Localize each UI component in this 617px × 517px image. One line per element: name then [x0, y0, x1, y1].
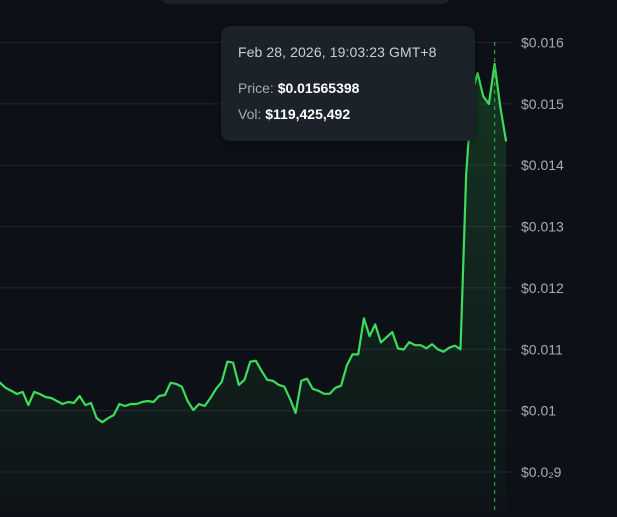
y-tick-label: $0.0₂9: [521, 464, 562, 480]
tooltip-vol-row: Vol: $119,425,492: [238, 106, 350, 122]
tooltip-price-label: Price:: [238, 80, 274, 96]
y-tick-label: $0.014: [521, 157, 564, 173]
tooltip-vol-value: $119,425,492: [265, 106, 351, 122]
chart-tooltip: Feb 28, 2026, 19:03:23 GMT+8 Price: $0.0…: [221, 26, 475, 141]
tooltip-price-row: Price: $0.01565398: [238, 80, 359, 96]
y-tick-label: $0.016: [521, 35, 564, 51]
y-tick-label: $0.012: [521, 280, 564, 296]
y-tick-label: $0.011: [521, 341, 563, 357]
header-panel-edge: [160, 0, 450, 4]
y-tick-label: $0.015: [521, 96, 564, 112]
tooltip-date: Feb 28, 2026, 19:03:23 GMT+8: [238, 44, 437, 60]
tooltip-price-value: $0.01565398: [277, 80, 360, 96]
y-tick-label: $0.013: [521, 219, 564, 235]
y-tick-label: $0.01: [521, 403, 556, 419]
tooltip-vol-label: Vol:: [238, 106, 262, 122]
